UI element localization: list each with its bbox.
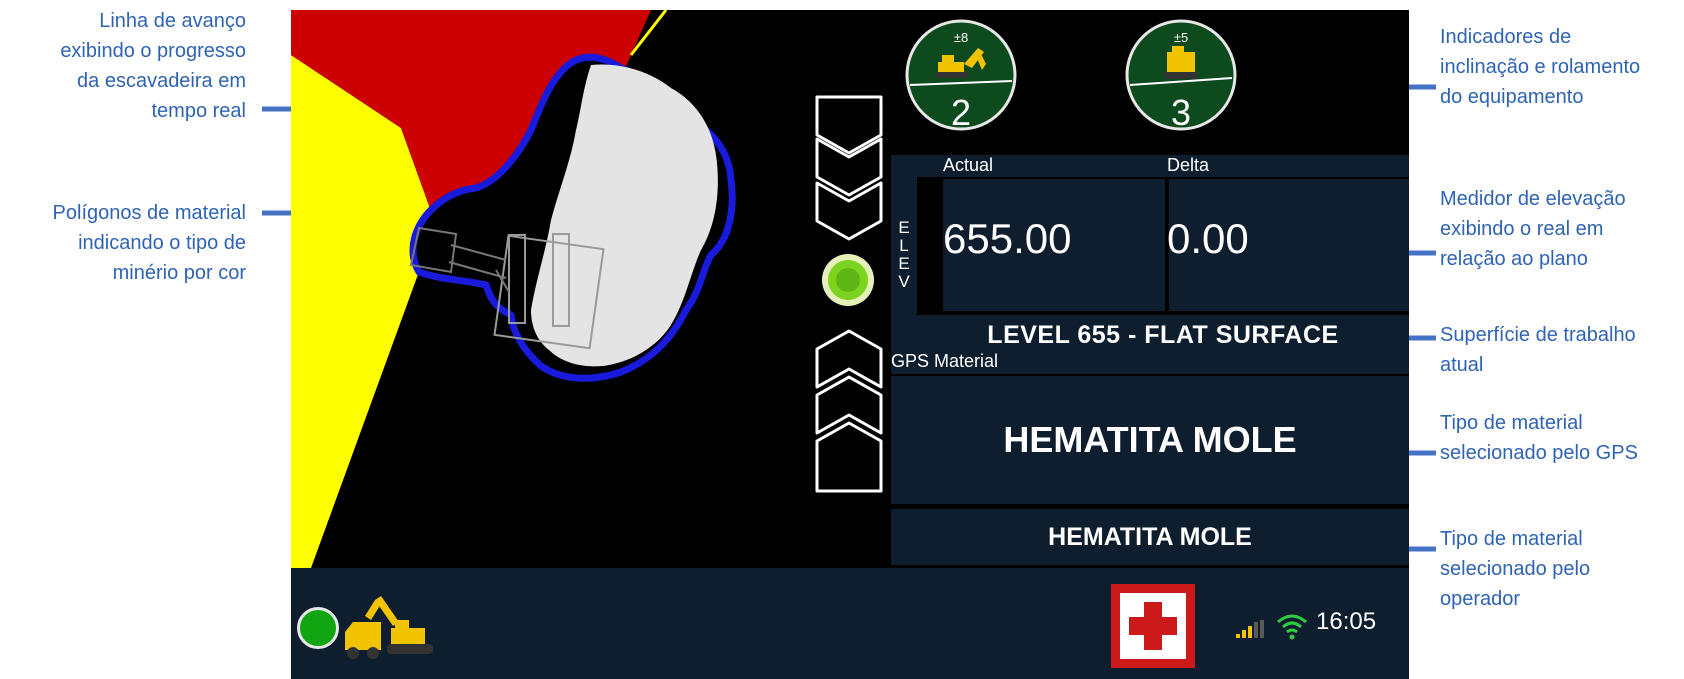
on-grade-indicator-center — [836, 268, 860, 292]
callout-operator-material: Tipo de material selecionado pelo operad… — [1440, 524, 1684, 614]
callout-gps-material: Tipo de material selecionado pelo GPS — [1440, 408, 1684, 468]
callout-line: Polígonos de material — [52, 202, 246, 224]
callout-line: indicando o tipo de — [78, 232, 246, 254]
gps-material-value: HEMATITA MOLE — [891, 376, 1409, 504]
delta-elevation-value: 0.00 — [1167, 215, 1249, 262]
emergency-button[interactable] — [1111, 584, 1195, 668]
elevation-panel: E L E V Actual Delta 655.00 0.00 LEVEL 6… — [891, 155, 1409, 365]
actual-label: Actual — [943, 155, 994, 175]
clock: 16:05 — [1316, 608, 1377, 635]
status-bar: 16:05 — [291, 568, 1409, 679]
pitch-limit: ±8 — [954, 30, 968, 45]
wifi-icon — [1277, 614, 1307, 640]
callout-line: minério por cor — [112, 262, 246, 284]
callout-line: inclinação e rolamento — [1440, 56, 1641, 78]
gps-material-header-label: GPS Material — [891, 351, 999, 371]
actual-elevation-value: 655.00 — [943, 215, 1072, 262]
chevron-up-icon — [815, 421, 883, 493]
callout-tilt-indicators: Indicadores de inclinação e rolamento do… — [1440, 22, 1684, 112]
grade-guidance-column — [815, 95, 883, 493]
roll-limit: ±5 — [1174, 30, 1188, 45]
callout-line: selecionado pelo — [1440, 558, 1591, 580]
gps-material-header: GPS Material — [891, 350, 1409, 374]
callout-line: Linha de avanço — [99, 10, 246, 32]
first-aid-icon — [1120, 593, 1186, 659]
delta-label: Delta — [1167, 155, 1210, 175]
signal-strength-icon — [1236, 620, 1264, 638]
machine-guidance-screen: ±8 2 ±5 3 E L E V Actual Delta 655.00 0.… — [291, 10, 1409, 679]
operator-material-button[interactable]: HEMATITA MOLE — [891, 509, 1409, 565]
callout-advance-line: Linha de avanço exibindo o progresso da … — [0, 6, 246, 126]
callout-line: Medidor de elevação — [1440, 188, 1626, 210]
pitch-value: 2 — [951, 92, 971, 132]
callout-line: operador — [1440, 588, 1521, 610]
callout-line: do equipamento — [1440, 86, 1584, 108]
callout-line: Tipo de material — [1440, 412, 1583, 434]
callout-line: exibindo o real em — [1440, 218, 1604, 240]
callout-line: Superfície de trabalho — [1440, 324, 1636, 346]
callout-line: relação ao plano — [1440, 248, 1588, 270]
roll-gauge: ±5 3 — [1125, 19, 1237, 132]
chevron-down-icon — [815, 137, 883, 197]
elev-letter: E — [898, 218, 910, 237]
work-surface-label[interactable]: LEVEL 655 - FLAT SURFACE — [917, 315, 1409, 355]
roll-value: 3 — [1171, 92, 1191, 132]
chevron-down-icon — [815, 181, 883, 241]
callout-line: da escavadeira em — [77, 70, 246, 92]
callout-material-polygons: Polígonos de material indicando o tipo d… — [0, 198, 246, 288]
callout-work-surface: Superfície de trabalho atual — [1440, 320, 1684, 380]
elev-letter: L — [899, 236, 909, 255]
status-indicator[interactable] — [297, 607, 339, 649]
pitch-gauge: ±8 2 — [905, 19, 1017, 132]
elev-letter: E — [898, 254, 910, 273]
elev-side-label: E L E V — [891, 155, 917, 355]
excavator-truck-icon[interactable] — [343, 592, 437, 660]
callout-line: exibindo o progresso — [60, 40, 246, 62]
callout-line: selecionado pelo GPS — [1440, 442, 1638, 464]
callout-line: tempo real — [151, 100, 247, 122]
callout-line: Indicadores de — [1440, 26, 1572, 48]
elev-letter: V — [898, 272, 910, 291]
callout-line: Tipo de material — [1440, 528, 1583, 550]
callout-line: atual — [1440, 354, 1484, 376]
callout-elevation-meter: Medidor de elevação exibindo o real em r… — [1440, 184, 1684, 274]
